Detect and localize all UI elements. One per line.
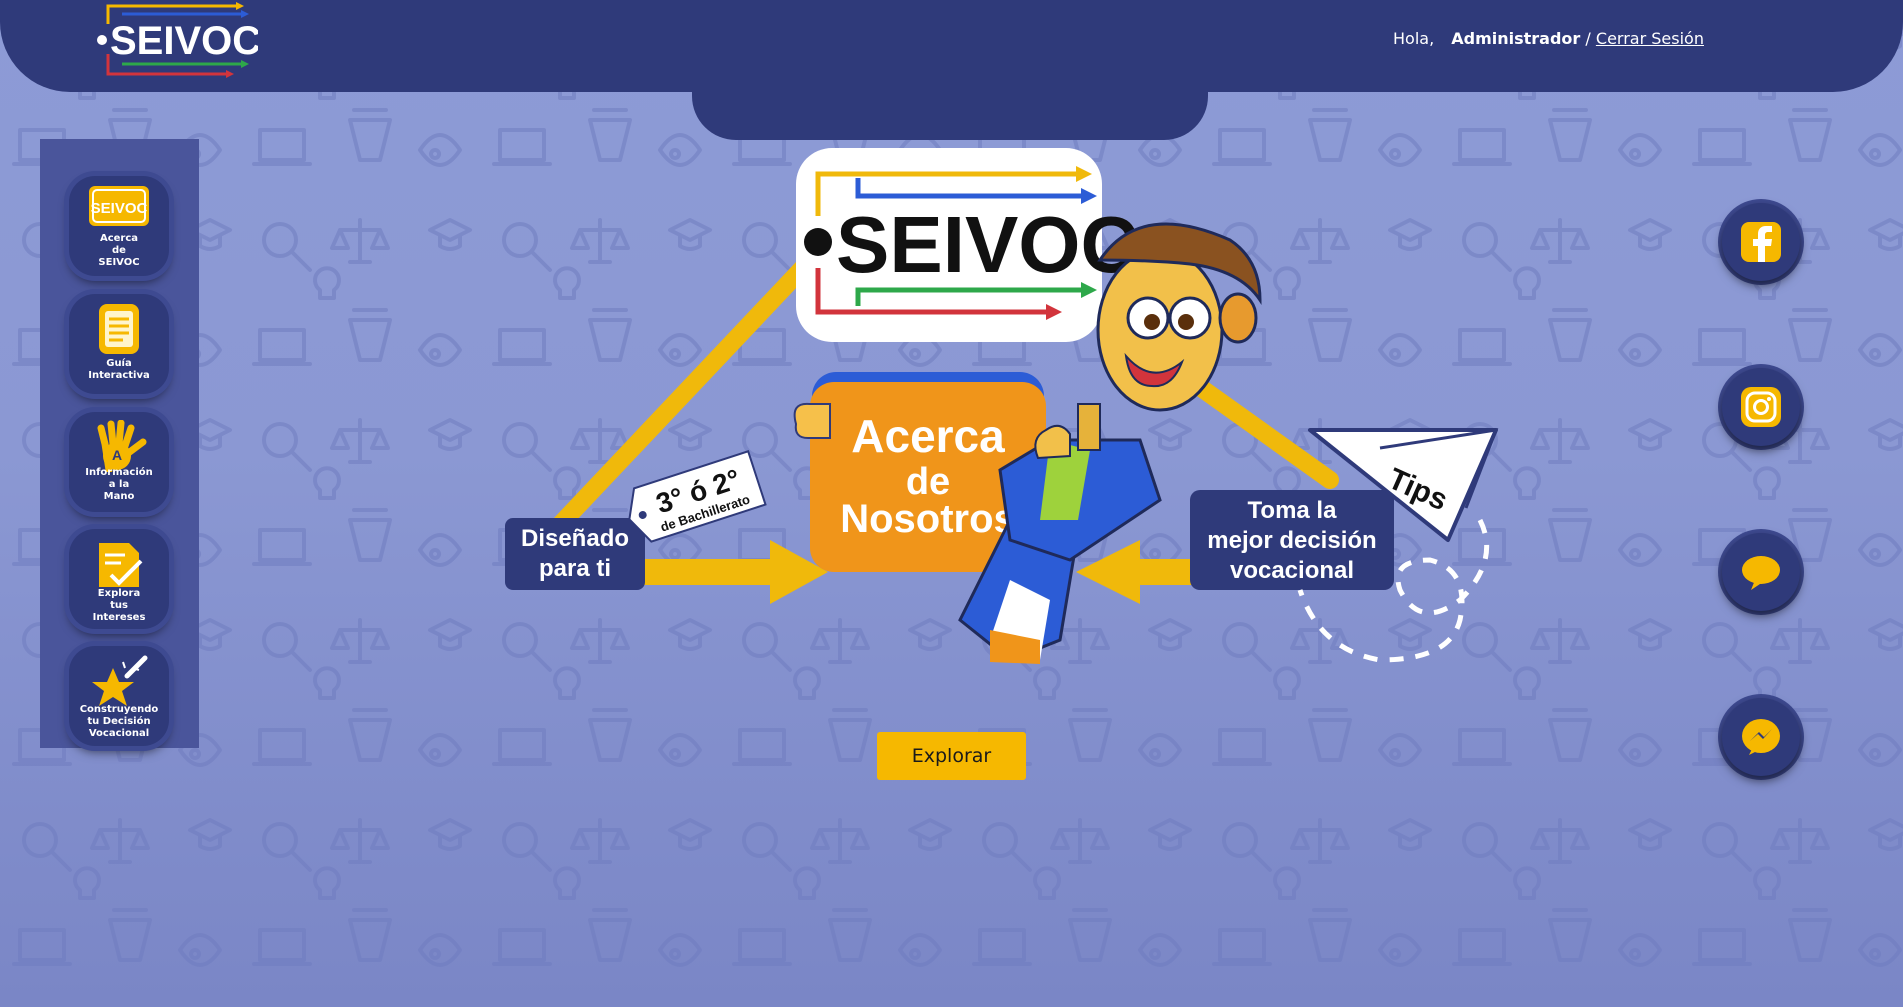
sidebar-item-guia[interactable]: Guía Interactiva — [69, 294, 169, 394]
sidebar-item-label: Intereses — [92, 612, 146, 623]
hero-illustration: SEIVOC Diseñado para ti 3° ó 2° de Bachi… — [505, 148, 1499, 664]
sidebar-item-label: Guía — [106, 358, 132, 369]
sidebar-item-label: Mano — [103, 491, 135, 502]
sidebar-item-label: Información — [85, 467, 153, 478]
hand-info-icon: A — [97, 420, 147, 472]
sidebar-item-label: SEIVOC — [98, 257, 140, 268]
checklist-icon — [99, 543, 143, 587]
hero-right-line3: vocacional — [1230, 557, 1354, 584]
sidebar-item-informacion[interactable]: A Información a la Mano — [69, 412, 169, 512]
star-pencil-icon — [92, 655, 148, 706]
separator: / — [1585, 29, 1591, 48]
left-sidebar: SEIVOC Acerca de SEIVOC Guía Interactiva… — [40, 139, 199, 748]
sidebar-item-construyendo[interactable]: Construyendo tu Decisión Vocacional — [69, 646, 169, 746]
hero-right-line2: mejor decisión — [1207, 527, 1376, 554]
svg-text:SEIVOC: SEIVOC — [91, 200, 148, 217]
sidebar-item-label: Acerca — [99, 233, 139, 244]
hero-seivoc-logo: SEIVOC — [796, 148, 1138, 342]
hero-center-line1: Acerca — [851, 410, 1005, 462]
logo-text: SEIVOC — [110, 19, 258, 63]
sidebar-item-label: tus — [110, 600, 128, 611]
chat-button[interactable] — [1722, 533, 1800, 611]
sidebar-item-label: Vocacional — [88, 728, 150, 739]
facebook-button[interactable] — [1722, 203, 1800, 281]
facebook-icon — [1741, 222, 1781, 262]
seivoc-logo-icon: SEIVOC — [89, 186, 149, 226]
logout-link[interactable]: Cerrar Sesión — [1596, 29, 1704, 48]
greeting-text: Hola, — [1393, 29, 1435, 48]
sidebar-item-explora[interactable]: Explora tus Intereses — [69, 529, 169, 629]
seivoc-logo[interactable]: SEIVOC — [88, 0, 258, 82]
user-name: Administrador — [1451, 29, 1581, 48]
messenger-button[interactable] — [1722, 698, 1800, 776]
grade-tag: 3° ó 2° de Bachillerato — [628, 450, 767, 543]
sidebar-item-label: de — [112, 245, 126, 256]
explore-button[interactable]: Explorar — [877, 732, 1026, 780]
header-center-tab — [692, 60, 1208, 140]
sidebar-item-label: tu Decisión — [87, 716, 151, 727]
hero-left-line2: para ti — [539, 555, 611, 582]
sidebar-item-label: Explora — [97, 588, 141, 599]
hero-logo-text: SEIVOC — [836, 200, 1138, 289]
hero-right-line1: Toma la — [1248, 497, 1338, 524]
hero-left-line1: Diseñado — [521, 525, 629, 552]
hero-center-line3: Nosotros — [840, 497, 1016, 541]
chat-icon — [1742, 556, 1780, 590]
instagram-icon — [1741, 387, 1781, 427]
instagram-button[interactable] — [1722, 368, 1800, 446]
user-greeting: Hola, Administrador / Cerrar Sesión — [1393, 29, 1704, 48]
guide-book-icon — [99, 304, 139, 354]
sidebar-item-label: Interactiva — [88, 370, 150, 381]
sidebar-item-label: Construyendo — [79, 704, 159, 715]
sidebar-item-acerca[interactable]: SEIVOC Acerca de SEIVOC — [69, 176, 169, 276]
svg-text:A: A — [112, 447, 122, 463]
messenger-icon — [1742, 719, 1780, 755]
sidebar-item-label: a la — [108, 479, 130, 490]
